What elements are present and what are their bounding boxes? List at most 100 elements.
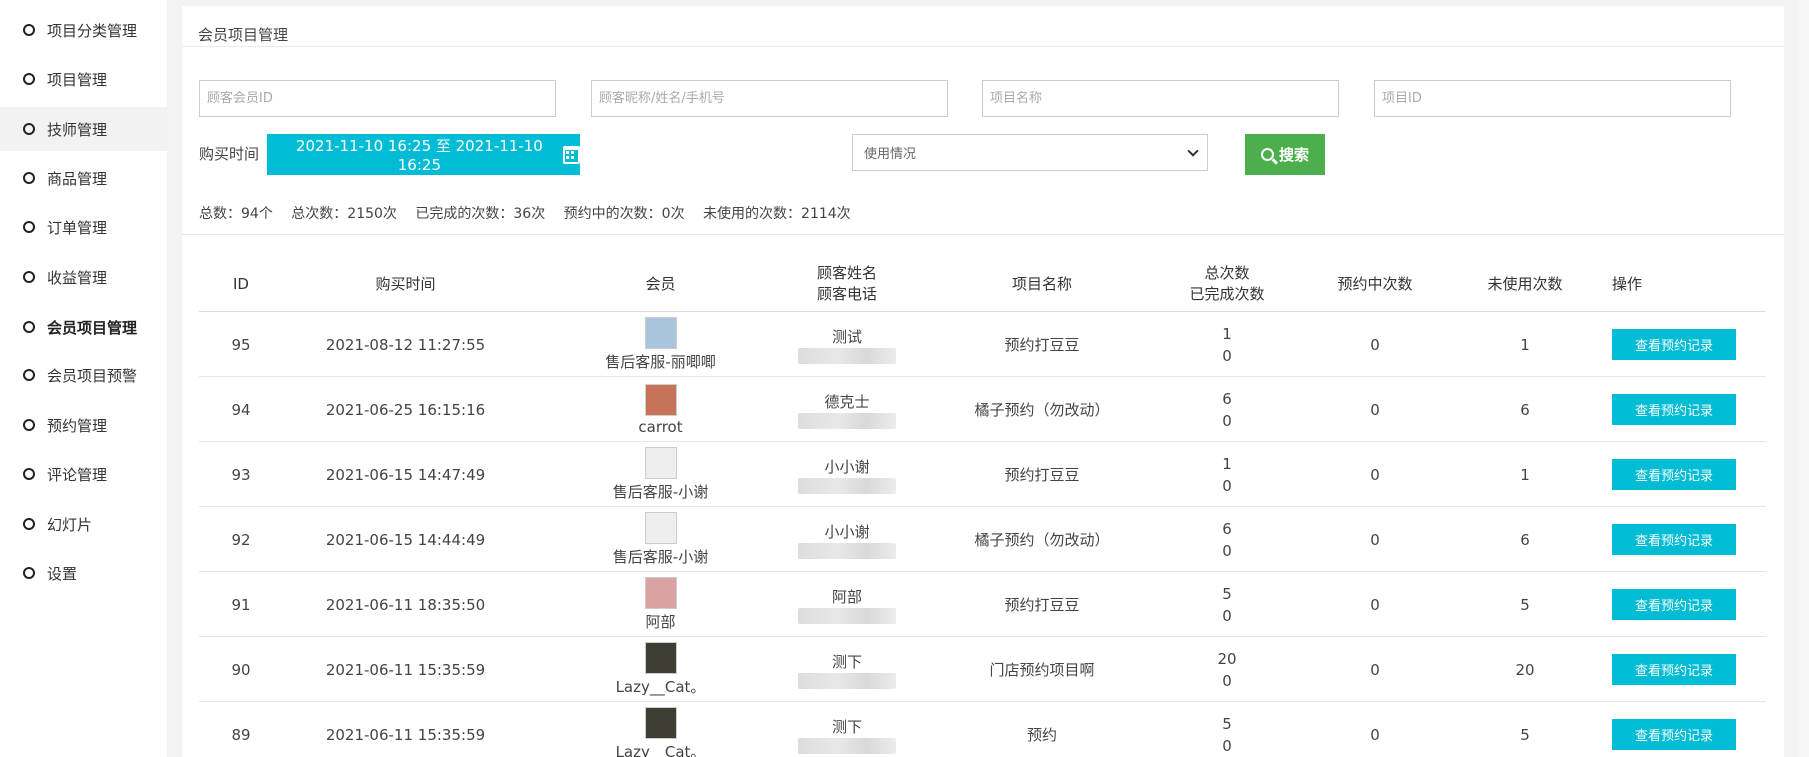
col-header-cust-phone: 顾客电话 (816, 285, 877, 303)
cell-unused: 6 (1520, 530, 1530, 549)
done-count: 0 (1222, 606, 1232, 625)
cell-counts: 60 (1157, 377, 1297, 442)
cell-buy-time: 2021-06-11 18:35:50 (325, 595, 486, 614)
col-header-reserving: 预约中次数 (1337, 274, 1413, 293)
sidebar-item-projects[interactable]: 项目管理 (0, 57, 167, 101)
view-reservation-button[interactable]: 查看预约记录 (1612, 589, 1736, 620)
sidebar-item-revenue[interactable]: 收益管理 (0, 255, 167, 299)
search-button[interactable]: 搜索 (1245, 134, 1325, 175)
cell-id: 92 (231, 530, 251, 549)
cell-project: 橘子预约（勿改动） (974, 401, 1110, 419)
cell-unused: 6 (1520, 400, 1530, 419)
sidebar-item-category[interactable]: 项目分类管理 (0, 8, 167, 52)
customer-name: 阿部 (831, 587, 862, 606)
member-id-input[interactable] (199, 80, 556, 117)
sidebar-item-goods[interactable]: 商品管理 (0, 156, 167, 200)
total-count: 6 (1222, 389, 1232, 408)
cell-reserving: 0 (1370, 400, 1380, 419)
col-header-cust-name: 顾客姓名 (816, 264, 877, 282)
cell-customer: 小小谢 (774, 442, 920, 507)
sidebar-item-reservations[interactable]: 预约管理 (0, 403, 167, 447)
circle-icon (23, 518, 35, 530)
sidebar-item-member-projects[interactable]: 会员项目管理 (0, 305, 167, 349)
member-name: 售后客服-小谢 (612, 548, 709, 566)
stat-reserving: 预约中的次数：0次 (563, 206, 685, 222)
sidebar-item-member-warning[interactable]: 会员项目预警 (0, 353, 167, 397)
scrollbar[interactable] (1799, 0, 1809, 757)
customer-phone-redacted (798, 477, 896, 494)
sidebar-item-label: 评论管理 (47, 465, 108, 484)
cell-customer: 德克士 (774, 377, 920, 442)
customer-phone-redacted (798, 412, 896, 429)
view-reservation-button[interactable]: 查看预约记录 (1612, 459, 1736, 490)
stat-total: 总数：94个 (199, 206, 273, 222)
sidebar-item-comments[interactable]: 评论管理 (0, 452, 167, 496)
col-header-unused: 未使用次数 (1487, 274, 1563, 293)
col-header-id: ID (233, 274, 249, 293)
cell-buy-time: 2021-06-11 15:35:59 (325, 660, 486, 679)
sidebar-item-technicians[interactable]: 技师管理 (0, 107, 167, 151)
cell-buy-time: 2021-06-25 16:15:16 (325, 400, 486, 419)
cell-unused: 20 (1515, 660, 1535, 679)
cell-project: 橘子预约（勿改动） (974, 531, 1110, 549)
cell-customer: 测下 (774, 702, 920, 757)
cell-counts: 10 (1157, 442, 1297, 507)
view-reservation-button[interactable]: 查看预约记录 (1612, 329, 1736, 360)
project-name-input[interactable] (982, 80, 1339, 117)
done-count: 0 (1222, 476, 1232, 495)
table-row: 91 2021-06-11 18:35:50 阿部 阿部 预约打豆豆 5 0 0 5 查看预约记录 (199, 572, 1766, 637)
table-row: 94 2021-06-25 16:15:16 carrot 德克士 橘子预约（勿改动） 6… (199, 377, 1766, 442)
date-range-text: 2021-11-10 16:25 至 2021-11-10 16:25 (295, 137, 543, 174)
sidebar-item-label: 设置 (47, 564, 78, 583)
customer-phone-redacted (798, 737, 896, 754)
page-title: 会员项目管理 (198, 26, 289, 44)
cell-buy-time: 2021-08-12 11:27:55 (325, 335, 486, 354)
cell-member: carrot (570, 377, 751, 442)
table-row: 90 2021-06-11 15:35:59 Lazy__Cat。 测下 门店预约项目啊… (199, 637, 1766, 702)
usage-select[interactable]: 使用情况 (852, 134, 1208, 171)
cell-project: 预约 (1026, 726, 1057, 744)
total-count: 5 (1222, 584, 1232, 603)
circle-icon (23, 419, 35, 431)
circle-icon (23, 221, 35, 233)
cell-project: 预约打豆豆 (1004, 466, 1080, 484)
cell-reserving: 0 (1370, 595, 1380, 614)
cell-reserving: 0 (1370, 530, 1380, 549)
sidebar-item-label: 商品管理 (47, 169, 108, 188)
sidebar-item-slides[interactable]: 幻灯片 (0, 502, 167, 546)
cell-project: 门店预约项目啊 (989, 661, 1095, 679)
sidebar-item-settings[interactable]: 设置 (0, 551, 167, 595)
cell-project: 预约打豆豆 (1004, 336, 1080, 354)
cell-id: 89 (231, 725, 251, 744)
cell-member: 售后客服-丽唧唧 (570, 312, 751, 377)
view-reservation-button[interactable]: 查看预约记录 (1612, 394, 1736, 425)
sidebar: 项目分类管理 项目管理 技师管理 商品管理 订单管理 收益管理 会员项目管理 会… (0, 0, 167, 757)
avatar (644, 383, 677, 416)
cell-unused: 1 (1520, 465, 1530, 484)
view-reservation-button[interactable]: 查看预约记录 (1612, 654, 1736, 685)
done-count: 0 (1222, 346, 1232, 365)
avatar (644, 447, 677, 479)
project-id-input[interactable] (1374, 80, 1731, 117)
view-reservation-button[interactable]: 查看预约记录 (1612, 524, 1736, 555)
customer-name: 测下 (831, 652, 862, 671)
view-reservation-button[interactable]: 查看预约记录 (1612, 719, 1736, 750)
col-header-customer: 顾客姓名 顾客电话 (774, 257, 920, 311)
cell-member: 售后客服-小谢 (570, 442, 751, 507)
date-range-picker[interactable]: 2021-11-10 16:25 至 2021-11-10 16:25 (267, 134, 580, 175)
table-row: 89 2021-06-11 15:35:59 Lazy__Cat。 测下 预约 5 0 0 5 查… (199, 702, 1766, 757)
circle-icon (23, 468, 35, 480)
member-name: 售后客服-丽唧唧 (605, 353, 716, 371)
circle-icon (23, 73, 35, 85)
total-count: 1 (1222, 324, 1232, 343)
member-name: Lazy__Cat。 (615, 678, 706, 696)
customer-phone-redacted (798, 672, 896, 689)
cell-member: Lazy__Cat。 (570, 702, 751, 757)
sidebar-item-orders[interactable]: 订单管理 (0, 205, 167, 249)
customer-name: 测试 (831, 327, 862, 346)
circle-icon (23, 271, 35, 283)
buy-time-label: 购买时间 (199, 145, 260, 163)
member-name: 阿部 (645, 613, 676, 631)
table-row: 95 2021-08-12 11:27:55 售后客服-丽唧唧 测试 预约打豆豆 1 0 0 1… (199, 312, 1766, 377)
customer-input[interactable] (591, 80, 948, 117)
